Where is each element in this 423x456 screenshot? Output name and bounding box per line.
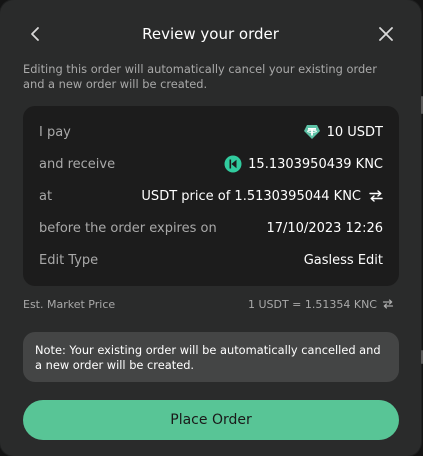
modal-title: Review your order [142, 25, 279, 43]
market-price-label: Est. Market Price [23, 297, 116, 311]
expiry-label: before the order expires on [39, 220, 217, 236]
close-button[interactable] [376, 24, 396, 44]
receive-amount: 15.1303950439 KNC [248, 156, 383, 172]
rate-value-group: USDT price of 1.5130395044 KNC [141, 189, 383, 204]
pay-row: I pay 10 USDT [39, 121, 383, 143]
market-price-value: 1 USDT = 1.51354 KNC [247, 297, 377, 311]
close-icon [379, 27, 393, 41]
pay-label: I pay [39, 124, 71, 140]
knc-token-icon [224, 155, 242, 173]
edit-type-value: Gasless Edit [303, 252, 383, 268]
order-summary-card: I pay 10 USDT and receive 15.1303950439 … [23, 106, 399, 286]
rate-row: at USDT price of 1.5130395044 KNC [39, 185, 383, 207]
cancellation-note: Note: Your existing order will be automa… [23, 332, 399, 382]
rate-value: USDT price of 1.5130395044 KNC [141, 188, 361, 204]
receive-value-group: 15.1303950439 KNC [224, 155, 383, 173]
refresh-icon[interactable] [382, 298, 394, 310]
edit-type-label: Edit Type [39, 252, 99, 268]
market-price-value-group: 1 USDT = 1.51354 KNC [248, 298, 394, 311]
expiry-row: before the order expires on 17/10/2023 1… [39, 217, 383, 239]
edit-type-row: Edit Type Gasless Edit [39, 249, 383, 271]
pay-amount: 10 USDT [326, 124, 383, 140]
expiry-value: 17/10/2023 12:26 [266, 220, 383, 236]
receive-label: and receive [39, 156, 116, 172]
swap-arrows-icon[interactable] [369, 189, 383, 203]
receive-row: and receive 15.1303950439 KNC [39, 153, 383, 175]
usdt-token-icon [303, 125, 320, 139]
place-order-button[interactable]: Place Order [23, 400, 399, 440]
rate-label: at [39, 188, 53, 204]
note-text: Note: Your existing order will be automa… [35, 343, 381, 372]
market-price-row: Est. Market Price 1 USDT = 1.51354 KNC [23, 296, 394, 312]
review-order-modal: Review your order Editing this order wil… [0, 0, 421, 456]
pay-value-group: 10 USDT [303, 123, 383, 141]
edit-warning-text: Editing this order will automatically ca… [23, 62, 377, 91]
